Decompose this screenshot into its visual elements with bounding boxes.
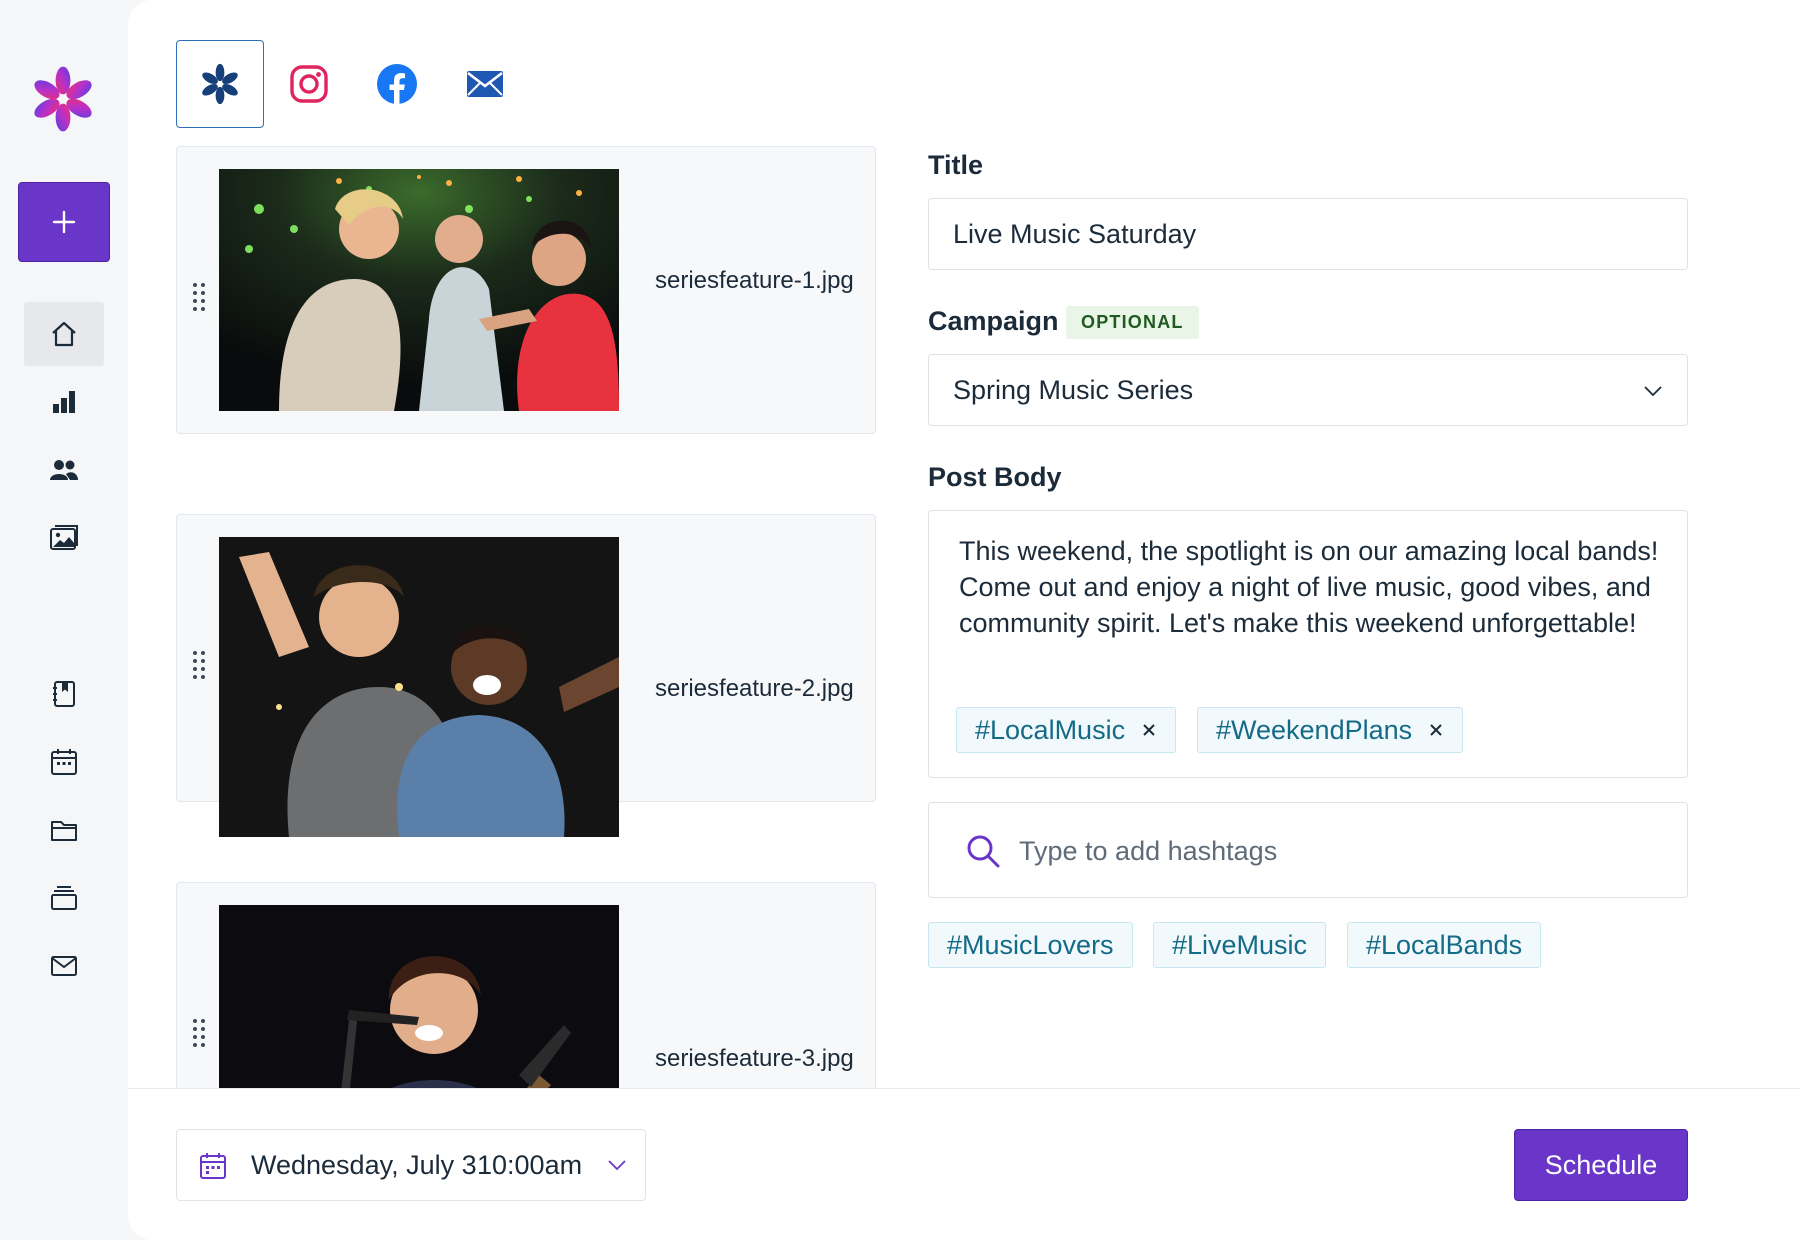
- post-body-text[interactable]: This weekend, the spotlight is on our am…: [959, 533, 1659, 641]
- sidebar-item-guides[interactable]: [24, 662, 104, 726]
- optional-badge: OPTIONAL: [1066, 306, 1199, 339]
- schedule-time: 10:00am: [477, 1150, 583, 1180]
- media-thumbnail: [219, 537, 619, 837]
- calendar-icon: [51, 749, 77, 775]
- media-item[interactable]: seriesfeature-2.jpg: [176, 514, 876, 837]
- mail-icon: [51, 956, 77, 976]
- sidebar-item-analytics[interactable]: [24, 370, 104, 434]
- bar-chart-icon: [53, 391, 75, 413]
- media-filename: seriesfeature-1.jpg: [655, 267, 854, 294]
- campaign-value: Spring Music Series: [953, 375, 1194, 405]
- drag-handle-icon[interactable]: [190, 282, 208, 312]
- schedule-button[interactable]: Schedule: [1514, 1129, 1688, 1201]
- channel-tab-email[interactable]: [441, 40, 529, 128]
- sidebar-item-messages[interactable]: [24, 934, 104, 998]
- calendar-icon: [200, 1153, 226, 1179]
- sidebar-item-audience[interactable]: [24, 438, 104, 502]
- composer-footer: Wednesday, July 3 10:00am Schedule: [128, 1088, 1800, 1240]
- applied-hashtag: #WeekendPlans: [1197, 707, 1464, 753]
- channel-tab-facebook[interactable]: [353, 40, 441, 128]
- title-label: Title: [928, 150, 984, 180]
- sidebar: [0, 0, 128, 1240]
- hashtag-label: #LocalMusic: [975, 714, 1126, 745]
- email-icon: [467, 71, 503, 97]
- stack-icon: [51, 886, 77, 910]
- chevron-down-icon: [608, 1160, 626, 1171]
- create-post-button[interactable]: [18, 182, 110, 262]
- sidebar-item-calendar[interactable]: [24, 730, 104, 794]
- home-icon: [52, 321, 76, 347]
- sidebar-item-media[interactable]: [24, 506, 104, 570]
- sidebar-item-archive[interactable]: [24, 866, 104, 930]
- plus-icon: [52, 210, 76, 234]
- campaign-label: Campaign: [928, 306, 1059, 336]
- close-icon[interactable]: [1141, 722, 1157, 738]
- hashtag-input[interactable]: [1019, 831, 1639, 871]
- channel-tab-brand[interactable]: [176, 40, 264, 128]
- suggested-hashtag[interactable]: #MusicLovers: [928, 922, 1133, 968]
- facebook-icon: [377, 64, 417, 104]
- media-filename: seriesfeature-3.jpg: [655, 1045, 854, 1072]
- users-icon: [50, 460, 78, 480]
- channel-tab-instagram[interactable]: [265, 40, 353, 128]
- schedule-date: Wednesday, July 3: [251, 1150, 477, 1180]
- hashtag-label: #WeekendPlans: [1216, 714, 1413, 745]
- close-icon[interactable]: [1428, 722, 1444, 738]
- book-icon: [53, 681, 75, 707]
- search-icon: [967, 835, 1000, 868]
- brand-logo-icon[interactable]: [26, 62, 100, 136]
- sidebar-item-home[interactable]: [24, 302, 104, 366]
- drag-handle-icon[interactable]: [190, 650, 208, 680]
- chevron-down-icon: [1644, 386, 1662, 397]
- instagram-icon: [290, 65, 328, 103]
- sidebar-item-files[interactable]: [24, 798, 104, 862]
- post-composer: seriesfeature-1.jpg seriesfeature-2.jpg: [128, 0, 1800, 1240]
- post-body-field[interactable]: This weekend, the spotlight is on our am…: [928, 510, 1688, 778]
- suggested-hashtag[interactable]: #LiveMusic: [1153, 922, 1327, 968]
- applied-hashtag: #LocalMusic: [956, 707, 1177, 753]
- post-body-label: Post Body: [928, 462, 1062, 492]
- title-field[interactable]: Live Music Saturday: [928, 198, 1688, 270]
- media-item[interactable]: seriesfeature-1.jpg: [176, 146, 876, 434]
- folder-icon: [51, 821, 77, 841]
- campaign-select[interactable]: Spring Music Series: [928, 354, 1688, 426]
- brand-pinwheel-icon: [202, 63, 238, 105]
- drag-handle-icon[interactable]: [190, 1018, 208, 1048]
- media-thumbnail: [219, 169, 619, 411]
- suggested-hashtag[interactable]: #LocalBands: [1347, 922, 1542, 968]
- image-gallery-icon: [50, 525, 78, 550]
- schedule-date-picker[interactable]: Wednesday, July 3 10:00am: [176, 1129, 646, 1201]
- hashtag-search: [928, 802, 1688, 898]
- media-filename: seriesfeature-2.jpg: [655, 675, 854, 702]
- title-value: Live Music Saturday: [953, 219, 1197, 249]
